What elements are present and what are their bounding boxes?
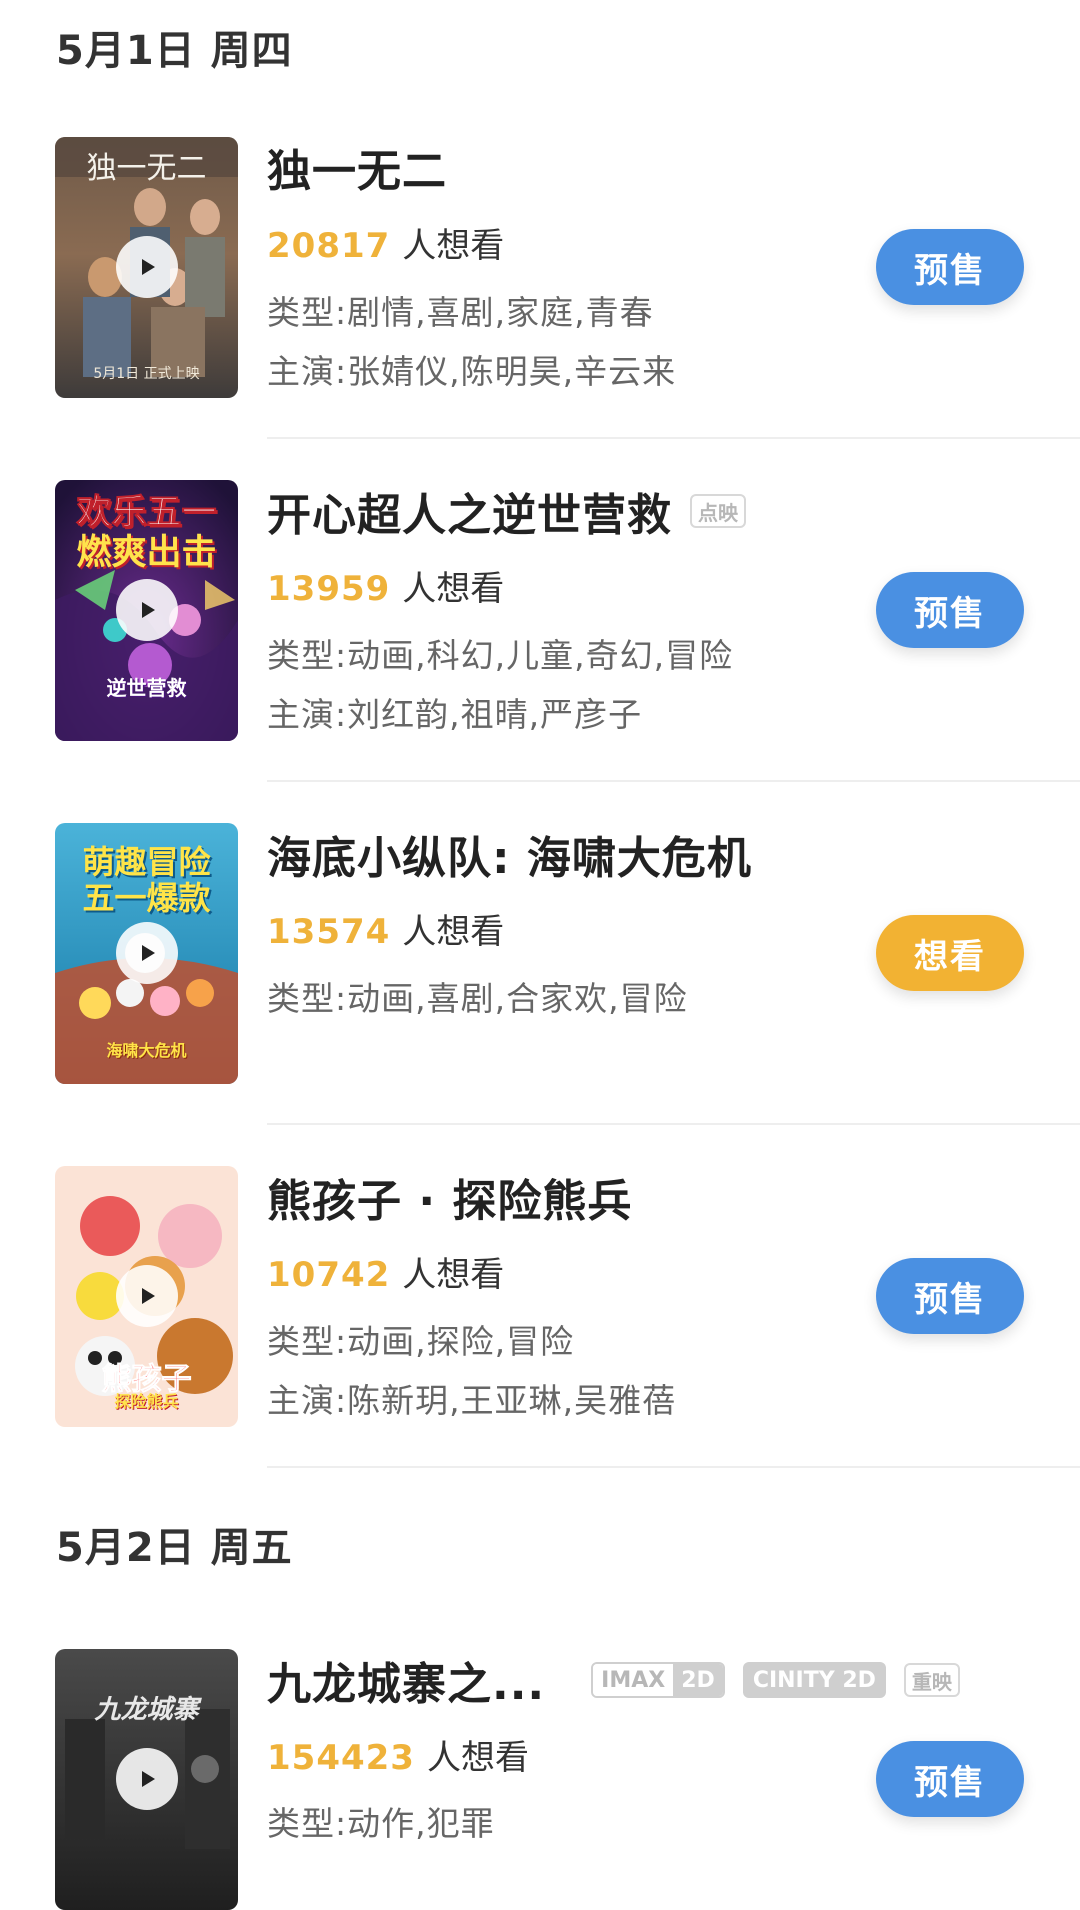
divider [267,780,1080,782]
want-to-see-button[interactable]: 想看 [876,915,1024,991]
movie-genre: 类型:剧情,喜剧,家庭,青春 [267,293,654,332]
want-suffix: 人想看 [402,569,505,609]
poster-text: 燃爽出击 [76,533,217,573]
play-button[interactable] [116,236,178,298]
movie-genre: 类型:动画,喜剧,合家欢,冒险 [267,979,688,1018]
poster-subtext: 探险熊兵 [114,1392,179,1411]
movie-poster[interactable]: 九龙城寨 [55,1649,238,1910]
want-line: 20817 人想看 [267,218,504,267]
imax-2d-tag: IMAX 2D [591,1662,725,1698]
movie-genre: 类型:动作,犯罪 [267,1804,495,1843]
want-count: 20817 [267,226,391,266]
want-suffix: 人想看 [402,226,505,266]
movie-title-row: 开心超人之逆世营救 点映 [267,479,746,543]
want-line: 10742 人想看 [267,1247,504,1296]
movie-cast: 主演:刘红韵,祖晴,严彦子 [267,695,643,734]
movie-title-row: 海底小纵队: 海啸大危机 [267,822,752,886]
rerelease-tag: 重映 [903,1663,960,1697]
want-suffix: 人想看 [402,912,505,952]
movie-title-row: 熊孩子 · 探险熊兵 [267,1165,632,1229]
movie-title-row: 独一无二 [267,135,447,199]
play-button[interactable] [116,579,178,641]
movie-title[interactable]: 海底小纵队: 海啸大危机 [267,822,752,886]
play-button[interactable] [116,1265,178,1327]
movie-poster[interactable]: 萌趣冒险 五一爆款 海啸大危机 [55,823,238,1084]
want-line: 13574 人想看 [267,904,504,953]
tag-imax: IMAX [593,1664,674,1696]
poster-text: 独一无二 [86,151,207,186]
preview-tag: 点映 [690,494,746,528]
movie-title[interactable]: 开心超人之逆世营救 [267,479,672,543]
want-count: 154423 [267,1738,415,1778]
play-icon [142,1771,155,1787]
presale-button[interactable]: 预售 [876,1258,1024,1334]
poster-subtext: 逆世营救 [106,676,187,700]
play-icon [142,945,155,961]
movie-title[interactable]: 九龙城寨之... [267,1648,545,1712]
movie-poster[interactable]: 独一无二 5月1日 正式上映 [55,137,238,398]
divider [267,437,1080,439]
presale-button[interactable]: 预售 [876,1741,1024,1817]
play-icon [142,1288,155,1304]
movie-poster[interactable]: 熊孩子 探险熊兵 [55,1166,238,1427]
movie-poster[interactable]: 欢乐五一 燃爽出击 逆世营救 [55,480,238,741]
poster-text: 五一爆款 [82,879,211,917]
movie-title[interactable]: 独一无二 [267,135,447,199]
presale-button[interactable]: 预售 [876,572,1024,648]
movie-cast: 主演:陈新玥,王亚琳,吴雅蓓 [267,1381,677,1420]
want-count: 10742 [267,1255,391,1295]
date-header: 5月1日 周四 [56,28,293,74]
want-line: 13959 人想看 [267,561,504,610]
movie-title[interactable]: 熊孩子 · 探险熊兵 [267,1165,632,1229]
date-header: 5月2日 周五 [56,1525,293,1571]
want-count: 13959 [267,569,391,609]
poster-text: 九龙城寨 [94,1695,199,1725]
play-icon [142,602,155,618]
want-line: 154423 人想看 [267,1730,529,1779]
want-suffix: 人想看 [426,1738,529,1778]
movie-genre: 类型:动画,科幻,儿童,奇幻,冒险 [267,636,734,675]
tag-2d: 2D [673,1664,723,1696]
poster-subtext: 5月1日 正式上映 [93,366,200,382]
play-button[interactable] [116,922,178,984]
poster-subtext: 海啸大危机 [106,1041,187,1060]
movie-genre: 类型:动画,探险,冒险 [267,1322,575,1361]
presale-button[interactable]: 预售 [876,229,1024,305]
play-button[interactable] [116,1748,178,1810]
want-suffix: 人想看 [402,1255,505,1295]
play-icon [142,259,155,275]
movie-title-row: 九龙城寨之... IMAX 2D CINITY 2D 重映 [267,1648,960,1712]
movie-cast: 主演:张婧仪,陈明昊,辛云来 [267,352,677,391]
want-count: 13574 [267,912,391,952]
cinity-tag: CINITY 2D [742,1662,886,1698]
divider [267,1123,1080,1125]
divider [267,1466,1080,1468]
